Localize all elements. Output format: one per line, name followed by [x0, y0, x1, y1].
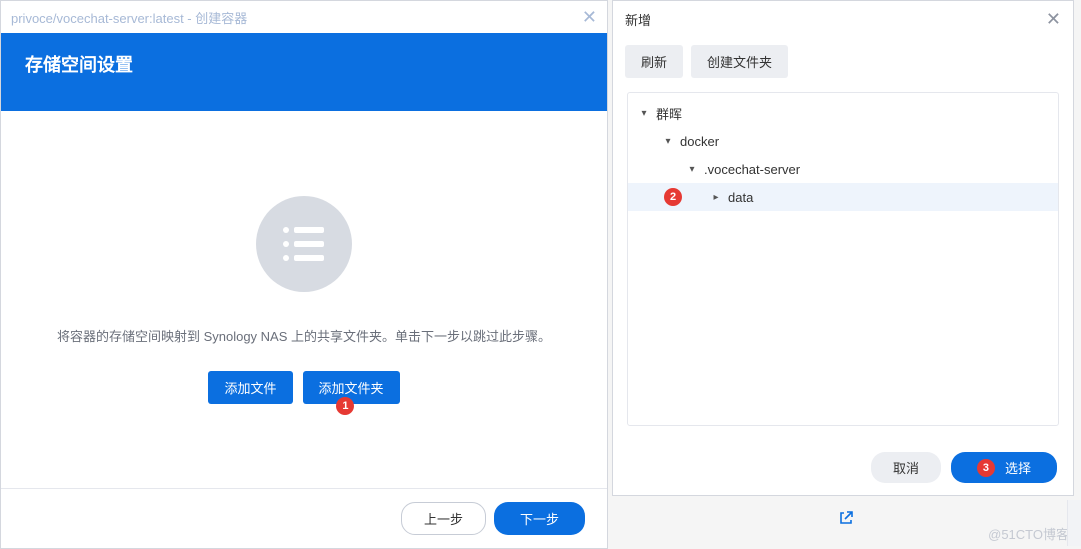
storage-settings-dialog: privoce/vocechat-server:latest - 创建容器 ✕ …	[0, 0, 608, 549]
left-description: 将容器的存储空间映射到 Synology NAS 上的共享文件夹。单击下一步以跳…	[57, 326, 551, 345]
annotation-badge-1: 1	[336, 397, 354, 415]
refresh-button[interactable]: 刷新	[625, 45, 683, 78]
right-title: 新增	[625, 10, 651, 29]
tree-row-root[interactable]: ▾ 群晖	[628, 99, 1058, 127]
prev-button[interactable]: 上一步	[401, 502, 486, 535]
create-folder-button[interactable]: 创建文件夹	[691, 45, 788, 78]
left-titlebar-text: privoce/vocechat-server:latest - 创建容器	[11, 8, 247, 27]
left-header-title: 存储空间设置	[25, 55, 133, 75]
watermark: @51CTO博客	[988, 524, 1069, 543]
tree-row-vocechat[interactable]: ▾ .vocechat-server	[628, 155, 1058, 183]
folder-tree[interactable]: ▾ 群晖 ▾ docker ▾ .vocechat-server 2 ▸ dat…	[627, 92, 1059, 426]
chevron-down-icon[interactable]: ▾	[662, 136, 674, 147]
folder-picker-dialog: 新增 ✕ 刷新 创建文件夹 ▾ 群晖 ▾ docker ▾ .vocechat-…	[612, 0, 1074, 496]
close-icon[interactable]: ✕	[582, 8, 597, 26]
chevron-down-icon[interactable]: ▾	[686, 164, 698, 175]
add-buttons-row: 添加文件 添加文件夹 1	[208, 371, 399, 404]
next-button[interactable]: 下一步	[494, 502, 585, 535]
chevron-right-icon[interactable]: ▸	[710, 192, 722, 203]
tree-row-docker[interactable]: ▾ docker	[628, 127, 1058, 155]
tree-label: .vocechat-server	[704, 162, 800, 177]
right-toolbar: 刷新 创建文件夹	[613, 37, 1073, 92]
chevron-down-icon[interactable]: ▾	[638, 108, 650, 119]
tree-label: docker	[680, 134, 719, 149]
select-button-label: 选择	[1005, 458, 1031, 477]
tree-label: data	[728, 190, 753, 205]
left-header: 存储空间设置	[1, 33, 607, 111]
tree-row-data[interactable]: 2 ▸ data	[628, 183, 1058, 211]
open-external-icon[interactable]	[838, 510, 854, 531]
right-footer: 取消 3 选择	[613, 440, 1073, 495]
select-button[interactable]: 3 选择	[951, 452, 1057, 483]
annotation-badge-3: 3	[977, 459, 995, 477]
annotation-badge-2: 2	[664, 188, 682, 206]
list-placeholder-icon	[256, 196, 352, 292]
left-body: 将容器的存储空间映射到 Synology NAS 上的共享文件夹。单击下一步以跳…	[1, 111, 607, 488]
close-icon[interactable]: ✕	[1046, 10, 1061, 28]
add-file-button[interactable]: 添加文件	[208, 371, 292, 404]
tree-label: 群晖	[656, 104, 682, 123]
left-footer: 上一步 下一步	[1, 488, 607, 548]
cancel-button[interactable]: 取消	[871, 452, 941, 483]
left-titlebar: privoce/vocechat-server:latest - 创建容器 ✕	[1, 1, 607, 33]
scrollbar-slot[interactable]	[1067, 500, 1081, 546]
right-titlebar: 新增 ✕	[613, 1, 1073, 37]
